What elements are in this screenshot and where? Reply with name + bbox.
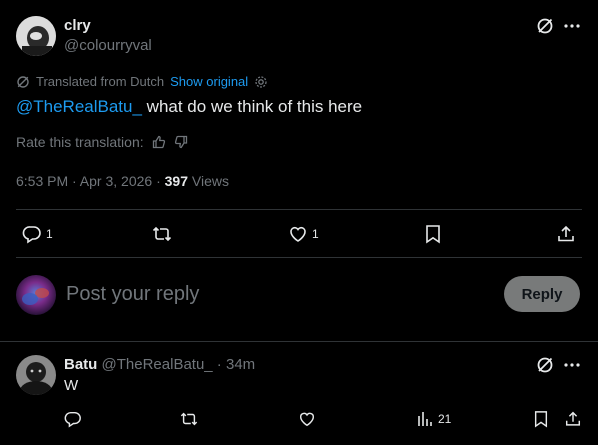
share-icon [564, 410, 582, 428]
reply-author-handle[interactable]: @TheRealBatu_ [102, 356, 213, 373]
reply-more-options-icon[interactable] [564, 363, 580, 367]
share-icon [556, 224, 576, 244]
more-options-icon[interactable] [564, 24, 580, 28]
views-label: Views [188, 173, 229, 189]
reply-grok-icon[interactable] [536, 356, 554, 374]
heart-icon [298, 410, 316, 428]
my-avatar-image [16, 275, 56, 315]
reply-author-name[interactable]: Batu [64, 356, 97, 373]
my-avatar[interactable] [16, 275, 56, 315]
reply-author-avatar-image [16, 355, 56, 395]
heart-icon [288, 224, 308, 244]
reply-icon [22, 224, 42, 244]
reply-text: W [64, 377, 79, 394]
like-button[interactable]: 1 [288, 224, 319, 244]
post-text: @TheRealBatu_ what do we think of this h… [16, 96, 362, 118]
views-count: 397 [164, 173, 188, 189]
bookmark-button[interactable] [424, 224, 442, 244]
reply-submit-label: Reply [521, 285, 563, 303]
reply-input[interactable]: Post your reply [66, 283, 199, 306]
post-metadata: 6:53 PM · Apr 3, 2026 · 397 Views [16, 173, 229, 189]
reply-icon [64, 410, 82, 428]
reply-repost-button[interactable] [180, 410, 198, 428]
like-count: 1 [312, 227, 319, 241]
post-body: what do we think of this here [141, 97, 363, 116]
reply-views-button[interactable]: 21 [416, 410, 451, 428]
post-timestamp[interactable]: 6:53 PM · Apr 3, 2026 · [16, 173, 165, 189]
rate-translation: Rate this translation: [16, 134, 188, 150]
reply-timestamp[interactable]: · 34m [213, 356, 255, 373]
bookmark-icon [424, 224, 442, 244]
reply-share-button[interactable] [564, 410, 582, 428]
rate-translation-label: Rate this translation: [16, 134, 144, 150]
analytics-icon [416, 410, 434, 428]
reply-like-button[interactable] [298, 410, 316, 428]
reply-reply-button[interactable] [64, 410, 82, 428]
author-avatar-image [16, 16, 56, 56]
reply-views-count: 21 [438, 412, 452, 426]
divider [16, 257, 582, 258]
translated-from-label: Translated from Dutch [36, 74, 165, 89]
reply-bookmark-button[interactable] [533, 410, 549, 428]
reply-submit-button[interactable]: Reply [504, 276, 580, 312]
author-handle[interactable]: @colourryval [64, 37, 152, 54]
thumbs-down-icon[interactable] [174, 135, 188, 149]
grok-icon[interactable] [536, 17, 554, 35]
translation-settings-icon[interactable] [254, 75, 268, 89]
translate-icon [16, 75, 30, 89]
divider [0, 341, 598, 342]
share-button[interactable] [556, 224, 576, 244]
reply-button[interactable]: 1 [22, 224, 53, 244]
bookmark-icon [533, 410, 549, 428]
reply-header: Batu @TheRealBatu_ · 34m [64, 356, 255, 373]
repost-icon [180, 410, 198, 428]
mention-link[interactable]: @TheRealBatu_ [16, 97, 142, 116]
repost-icon [152, 224, 172, 244]
author-display-name[interactable]: clry [64, 17, 91, 34]
divider [16, 209, 582, 210]
thumbs-up-icon[interactable] [152, 135, 166, 149]
translation-banner: Translated from Dutch Show original [16, 74, 268, 89]
repost-button[interactable] [152, 224, 172, 244]
show-original-link[interactable]: Show original [170, 74, 248, 89]
reply-author-avatar[interactable] [16, 355, 56, 395]
reply-count: 1 [46, 227, 53, 241]
author-avatar[interactable] [16, 16, 56, 56]
